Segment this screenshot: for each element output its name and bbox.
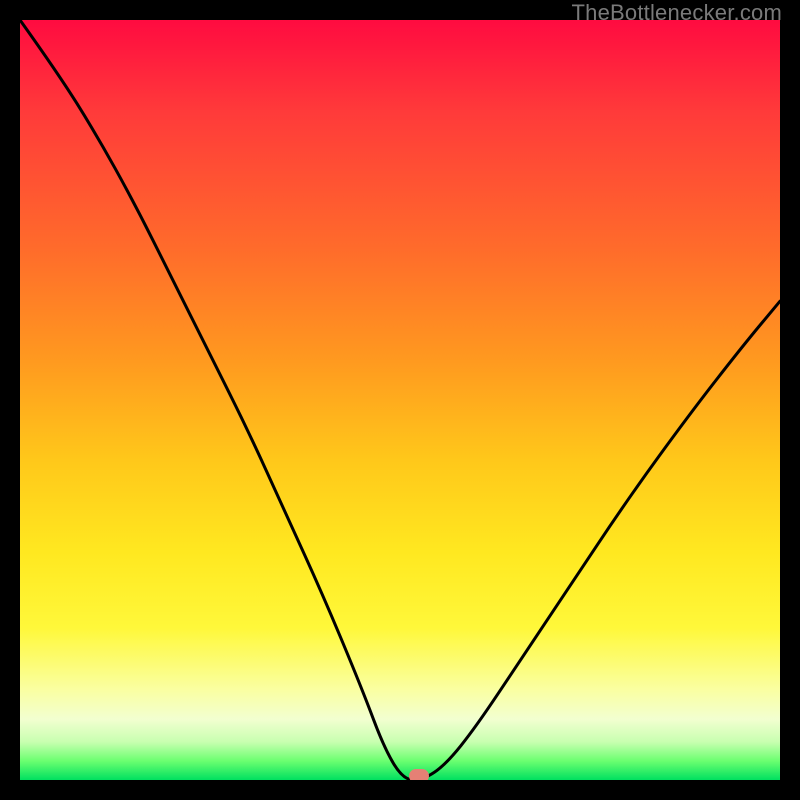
curve-minimum-marker: [409, 769, 429, 780]
plot-area: [20, 20, 780, 780]
bottleneck-curve: [20, 20, 780, 780]
chart-stage: TheBottlenecker.com: [0, 0, 800, 800]
